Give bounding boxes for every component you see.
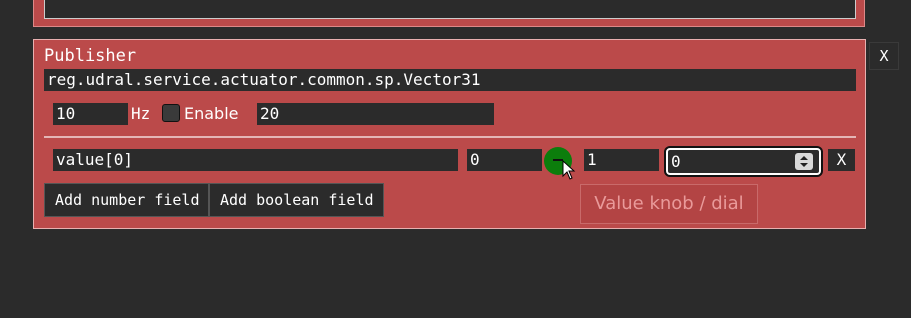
- field-value-spinbox[interactable]: 0: [666, 148, 821, 175]
- field-value-text: 0: [671, 152, 681, 171]
- enable-label: Enable: [184, 104, 239, 123]
- enable-checkbox[interactable]: [162, 104, 180, 122]
- mouse-cursor-icon: [562, 160, 576, 180]
- close-panel-button[interactable]: X: [869, 42, 899, 70]
- divider: [44, 136, 856, 138]
- spin-arrows-icon[interactable]: [795, 153, 813, 170]
- add-number-field-button[interactable]: Add number field: [44, 183, 209, 217]
- add-boolean-field-button[interactable]: Add boolean field: [209, 183, 384, 217]
- remove-field-button[interactable]: X: [828, 149, 855, 171]
- field-max-input[interactable]: 1: [584, 149, 659, 171]
- field-name-input[interactable]: value[0]: [53, 149, 458, 171]
- rate-unit-label: Hz: [131, 104, 151, 123]
- previous-panel-field[interactable]: [44, 0, 856, 19]
- subject-type-input[interactable]: reg.udral.service.actuator.common.sp.Vec…: [44, 69, 856, 91]
- field-min-input[interactable]: 0: [467, 149, 542, 171]
- rate-input[interactable]: 10: [53, 103, 128, 125]
- tooltip: Value knob / dial: [580, 184, 758, 224]
- previous-publisher-panel: [33, 0, 865, 27]
- publisher-panel: Publisher reg.udral.service.actuator.com…: [33, 39, 866, 229]
- panel-title: Publisher: [44, 46, 137, 66]
- port-id-input[interactable]: 20: [257, 103, 494, 125]
